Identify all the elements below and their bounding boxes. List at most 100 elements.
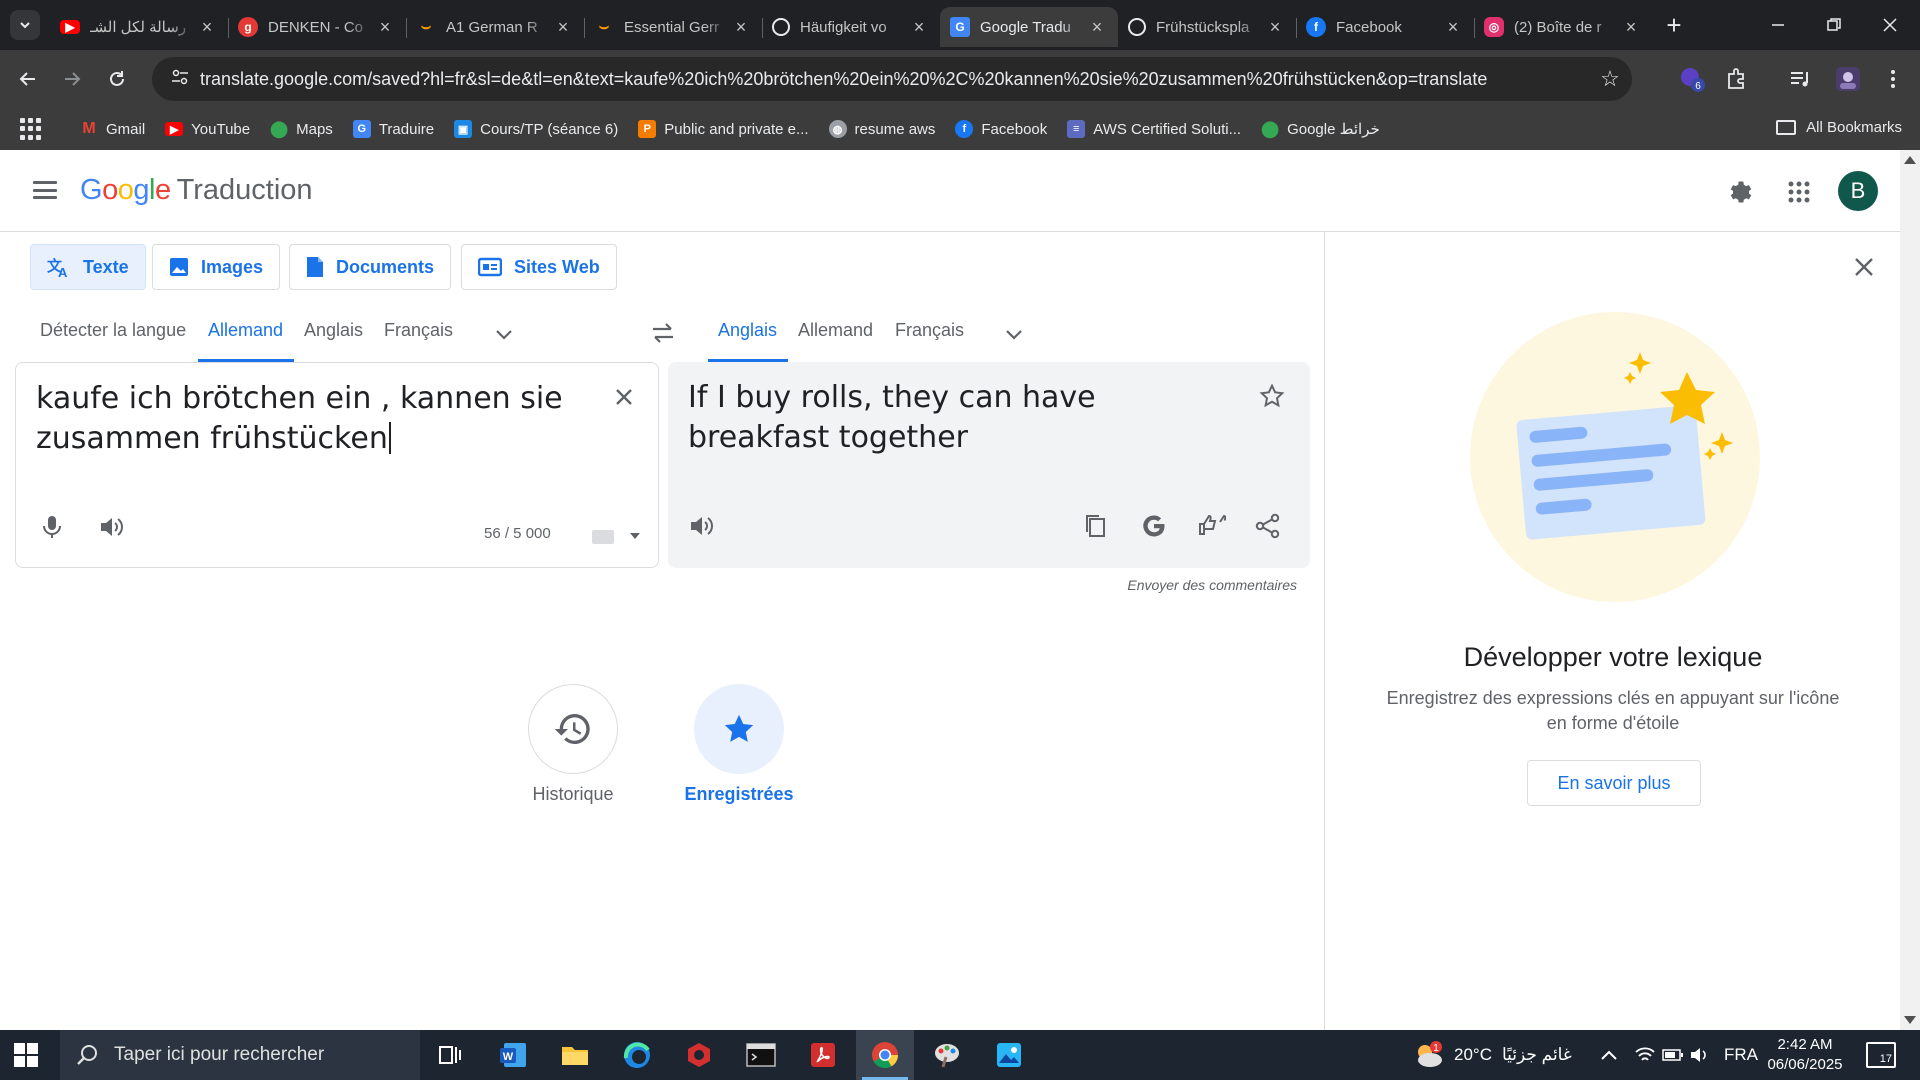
swap-languages-icon[interactable] — [650, 320, 676, 346]
main-menu-icon[interactable] — [33, 181, 57, 199]
source-text[interactable]: kaufe ich brötchen ein , kannen sie zusa… — [36, 381, 563, 456]
mode-text-button[interactable]: 文A Texte — [30, 244, 146, 290]
source-text-container[interactable]: kaufe ich brötchen ein , kannen sie zusa… — [36, 379, 596, 459]
extensions-puzzle-icon[interactable] — [1720, 63, 1752, 95]
scroll-down-arrow-icon[interactable] — [1904, 1016, 1916, 1024]
close-tab-icon[interactable]: × — [374, 17, 396, 38]
task-view-icon[interactable] — [421, 1030, 479, 1080]
target-lang-more-chevron-icon[interactable] — [1002, 322, 1026, 346]
account-avatar[interactable]: B — [1838, 171, 1878, 211]
scroll-up-arrow-icon[interactable] — [1904, 156, 1916, 164]
reload-button[interactable] — [100, 62, 134, 96]
share-icon[interactable] — [1254, 512, 1282, 540]
close-tab-icon[interactable]: × — [730, 17, 752, 38]
extension-icon[interactable]: 6 — [1676, 63, 1708, 95]
target-lang-french[interactable]: Français — [895, 320, 964, 362]
saved-button[interactable] — [694, 684, 784, 774]
network-icon[interactable] — [1634, 1030, 1656, 1080]
photos-icon[interactable] — [980, 1030, 1038, 1080]
bookmark-cours[interactable]: ▣ Cours/TP (séance 6) — [454, 120, 618, 138]
volume-icon[interactable] — [1690, 1030, 1710, 1080]
mode-images-button[interactable]: Images — [152, 244, 281, 290]
tab-search-button[interactable] — [10, 10, 40, 40]
input-language[interactable]: FRA — [1724, 1030, 1758, 1080]
source-lang-english[interactable]: Anglais — [304, 320, 363, 362]
listen-source-speaker-icon[interactable] — [98, 513, 126, 541]
source-lang-french[interactable]: Français — [384, 320, 453, 362]
close-tab-icon[interactable]: × — [1620, 17, 1642, 38]
mode-websites-button[interactable]: Sites Web — [461, 244, 617, 290]
bookmark-maps[interactable]: ⬤ Maps — [270, 120, 333, 139]
learn-more-button[interactable]: En savoir plus — [1527, 760, 1701, 806]
bookmark-public-private[interactable]: P Public and private e... — [638, 120, 809, 138]
send-feedback-link[interactable]: Envoyer des commentaires — [1000, 577, 1297, 593]
close-tab-icon[interactable]: × — [1442, 17, 1464, 38]
browser-tab[interactable]: ⌣ Essential Gerr × — [584, 7, 763, 47]
browser-tab[interactable]: Frühstückspla × — [1118, 7, 1297, 47]
minimize-button[interactable] — [1750, 0, 1806, 50]
word-icon[interactable]: W — [484, 1030, 542, 1080]
microphone-icon[interactable] — [38, 513, 66, 541]
browser-tab-active[interactable]: G Google Tradu × — [940, 7, 1118, 47]
browser-tab[interactable]: ◎ (2) Boîte de r × — [1474, 7, 1652, 47]
restore-button[interactable] — [1806, 0, 1862, 50]
save-translation-star-icon[interactable] — [1258, 382, 1286, 410]
bookmark-gmail[interactable]: M Gmail — [80, 120, 145, 138]
taskbar-clock[interactable]: 2:42 AM 06/06/2025 — [1760, 1035, 1850, 1075]
media-control-icon[interactable] — [1784, 63, 1816, 95]
bookmark-google-maps-ar[interactable]: ⬤ Google خرائط — [1261, 120, 1380, 138]
profile-avatar[interactable] — [1832, 63, 1864, 95]
browser-tab[interactable]: ⌣ A1 German R × — [406, 7, 585, 47]
forward-button[interactable] — [56, 62, 90, 96]
google-translate-logo[interactable]: Google Traduction — [80, 174, 313, 207]
mode-documents-button[interactable]: Documents — [289, 244, 452, 290]
battery-icon[interactable] — [1662, 1030, 1684, 1080]
bookmark-resume-aws[interactable]: ◍ resume aws — [828, 120, 935, 138]
acrobat-icon[interactable] — [794, 1030, 852, 1080]
edge-icon[interactable] — [608, 1030, 666, 1080]
close-tab-icon[interactable]: × — [908, 17, 930, 38]
apps-grid-icon[interactable] — [20, 118, 42, 140]
target-lang-english[interactable]: Anglais — [708, 320, 788, 362]
new-tab-button[interactable]: + — [1656, 7, 1692, 43]
close-panel-icon[interactable] — [1851, 254, 1877, 280]
windows-start-icon[interactable] — [14, 1043, 38, 1067]
site-info-icon[interactable] — [160, 69, 200, 90]
terminal-icon[interactable] — [732, 1030, 790, 1080]
bookmark-youtube[interactable]: ▶ YouTube — [165, 121, 250, 138]
listen-translation-speaker-icon[interactable] — [688, 512, 716, 540]
target-lang-german[interactable]: Allemand — [798, 320, 873, 362]
google-apps-icon[interactable] — [1784, 177, 1814, 207]
clear-source-icon[interactable] — [610, 383, 638, 411]
weather-widget[interactable]: 1 20°C غائم جزئيًا — [1412, 1030, 1572, 1080]
browser-tab[interactable]: ▶ رسالة لكل الشـ × — [50, 7, 229, 47]
history-button[interactable] — [528, 684, 618, 774]
address-bar[interactable]: translate.google.com/saved?hl=fr&sl=de&t… — [152, 57, 1632, 101]
source-text-area[interactable]: kaufe ich brötchen ein , kannen sie zusa… — [15, 362, 659, 568]
keyboard-dropdown-icon[interactable] — [630, 533, 640, 539]
file-explorer-icon[interactable] — [546, 1030, 604, 1080]
close-tab-icon[interactable]: × — [1086, 17, 1108, 38]
google-search-g-icon[interactable] — [1140, 512, 1168, 540]
keyboard-icon[interactable] — [592, 530, 614, 544]
bookmark-aws-certified[interactable]: ≡ AWS Certified Soluti... — [1067, 120, 1241, 138]
bookmark-traduire[interactable]: G Traduire — [352, 120, 434, 138]
page-scrollbar[interactable] — [1900, 150, 1920, 1030]
rate-translation-icon[interactable] — [1198, 512, 1226, 540]
close-tab-icon[interactable]: × — [552, 17, 574, 38]
bookmark-star-icon[interactable]: ☆ — [1588, 66, 1632, 92]
source-lang-more-chevron-icon[interactable] — [492, 322, 516, 346]
history-label[interactable]: Historique — [493, 784, 653, 805]
copy-translation-icon[interactable] — [1082, 512, 1110, 540]
browser-tab[interactable]: g DENKEN - Co × — [228, 7, 407, 47]
saved-label[interactable]: Enregistrées — [659, 784, 819, 805]
url-text[interactable]: translate.google.com/saved?hl=fr&sl=de&t… — [200, 69, 1588, 90]
notification-center-icon[interactable]: 17 — [1866, 1042, 1896, 1068]
close-tab-icon[interactable]: × — [1264, 17, 1286, 38]
source-lang-german[interactable]: Allemand — [198, 320, 294, 362]
paint-icon[interactable] — [918, 1030, 976, 1080]
all-bookmarks-button[interactable]: All Bookmarks — [1776, 119, 1902, 136]
show-hidden-icons[interactable] — [1600, 1030, 1618, 1080]
browser-tab[interactable]: f Facebook × — [1296, 7, 1475, 47]
browser-tab[interactable]: Häufigkeit vo × — [762, 7, 940, 47]
